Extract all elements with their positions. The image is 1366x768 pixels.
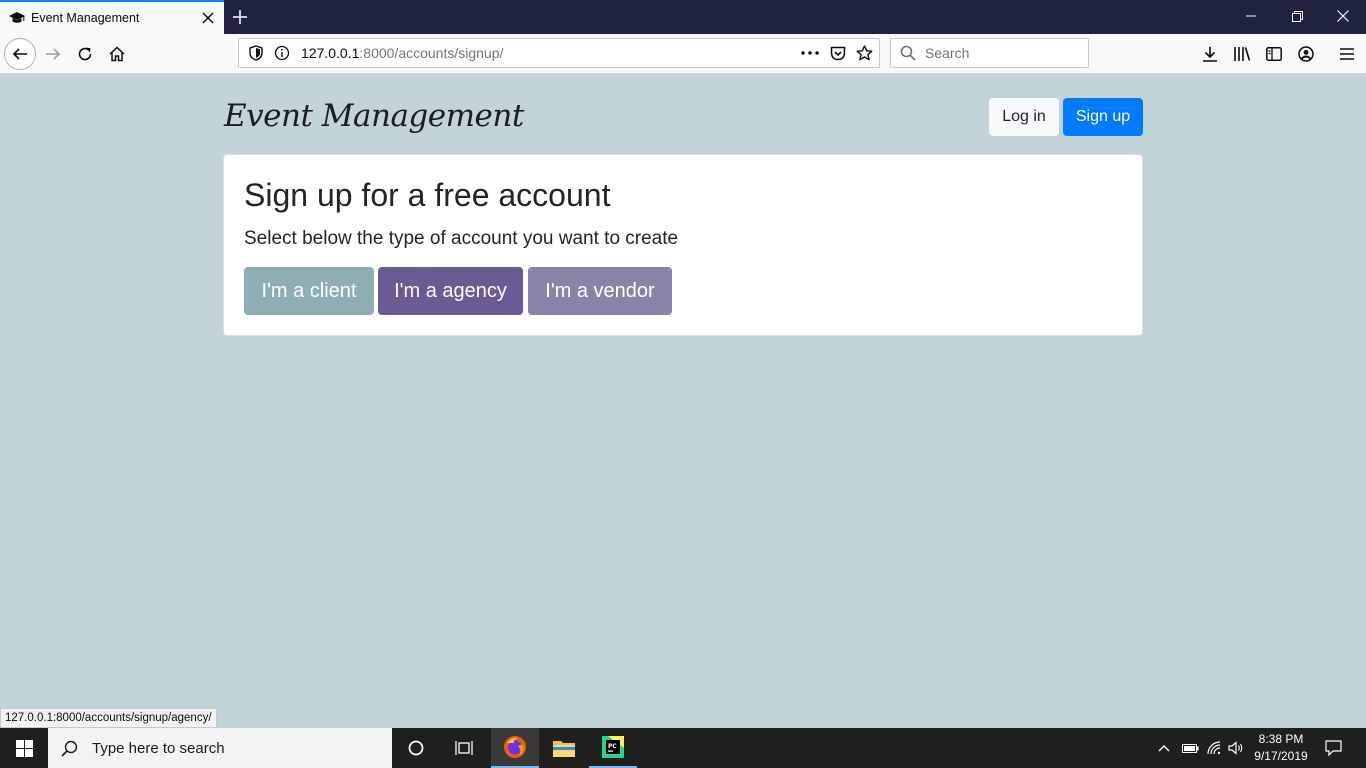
taskbar: Type here to search PC 8:38 PM 9/17/2019 xyxy=(0,728,1366,768)
url-text: 127.0.0.1:8000/accounts/signup/ xyxy=(301,45,795,61)
wifi-icon[interactable] xyxy=(1204,728,1224,768)
svg-text:PC: PC xyxy=(608,743,617,750)
menu-icon[interactable] xyxy=(1331,38,1363,70)
account-icon[interactable] xyxy=(1290,38,1322,70)
back-arrow-icon xyxy=(4,38,36,70)
close-window-icon[interactable] xyxy=(1320,0,1366,32)
card-title: Sign up for a free account xyxy=(244,177,611,213)
clock-date: 9/17/2019 xyxy=(1254,749,1308,763)
system-clock[interactable]: 8:38 PM 9/17/2019 xyxy=(1246,731,1316,765)
site-info-icon[interactable] xyxy=(271,42,293,64)
show-hidden-icons-chevron-icon[interactable] xyxy=(1156,728,1172,768)
tab-title: Event Management xyxy=(31,11,140,25)
tracking-shield-icon[interactable] xyxy=(245,42,267,64)
search-icon xyxy=(61,740,78,757)
file-explorer-icon[interactable] xyxy=(540,728,588,768)
graduation-cap-icon xyxy=(8,9,26,27)
downloads-icon[interactable] xyxy=(1194,38,1226,70)
firefox-icon[interactable] xyxy=(491,728,539,768)
bookmark-star-icon[interactable] xyxy=(853,42,875,64)
agency-signup-button[interactable]: I'm a agency xyxy=(378,267,523,315)
signup-button[interactable]: Sign up xyxy=(1063,98,1143,136)
page-actions-icon[interactable] xyxy=(799,42,821,64)
signup-card: Sign up for a free account Select below … xyxy=(223,154,1143,336)
browser-toolbar: 127.0.0.1:8000/accounts/signup/ xyxy=(0,34,1366,74)
close-tab-icon[interactable] xyxy=(198,8,218,28)
windows-start-icon[interactable] xyxy=(0,728,48,768)
browser-tab[interactable]: Event Management xyxy=(0,0,224,34)
clock-time: 8:38 PM xyxy=(1258,732,1304,746)
sidebar-icon[interactable] xyxy=(1258,38,1290,70)
link-status-bar: 127.0.0.1:8000/accounts/signup/agency/ xyxy=(0,708,217,728)
cortana-icon[interactable] xyxy=(392,728,440,768)
pycharm-icon[interactable]: PC xyxy=(589,728,637,768)
back-button[interactable] xyxy=(4,38,36,70)
pocket-icon[interactable] xyxy=(827,42,849,64)
taskbar-search-box[interactable]: Type here to search xyxy=(48,728,392,768)
new-tab-icon[interactable] xyxy=(228,5,252,29)
reload-icon[interactable] xyxy=(69,38,101,70)
card-subtitle: Select below the type of account you wan… xyxy=(244,228,679,249)
search-bar[interactable] xyxy=(890,38,1089,68)
vendor-signup-button[interactable]: I'm a vendor xyxy=(528,267,672,315)
action-center-icon[interactable] xyxy=(1318,728,1348,768)
taskbar-search-placeholder: Type here to search xyxy=(92,739,225,757)
url-host: 127.0.0.1 xyxy=(301,45,360,61)
address-bar[interactable]: 127.0.0.1:8000/accounts/signup/ xyxy=(238,38,880,68)
home-icon[interactable] xyxy=(101,38,133,70)
search-input[interactable] xyxy=(925,45,1075,61)
site-brand[interactable]: Event Management xyxy=(224,98,524,134)
url-path: :8000/accounts/signup/ xyxy=(359,45,504,61)
login-button[interactable]: Log in xyxy=(989,98,1059,136)
minimize-icon[interactable] xyxy=(1228,0,1274,32)
library-icon[interactable] xyxy=(1226,38,1258,70)
browser-titlebar: Event Management xyxy=(0,0,1366,34)
search-icon xyxy=(897,42,919,64)
forward-arrow-icon[interactable] xyxy=(37,38,69,70)
volume-icon[interactable] xyxy=(1226,728,1246,768)
client-signup-button[interactable]: I'm a client xyxy=(244,267,374,315)
battery-icon[interactable] xyxy=(1180,728,1200,768)
task-view-icon[interactable] xyxy=(440,728,488,768)
restore-icon[interactable] xyxy=(1274,0,1320,32)
